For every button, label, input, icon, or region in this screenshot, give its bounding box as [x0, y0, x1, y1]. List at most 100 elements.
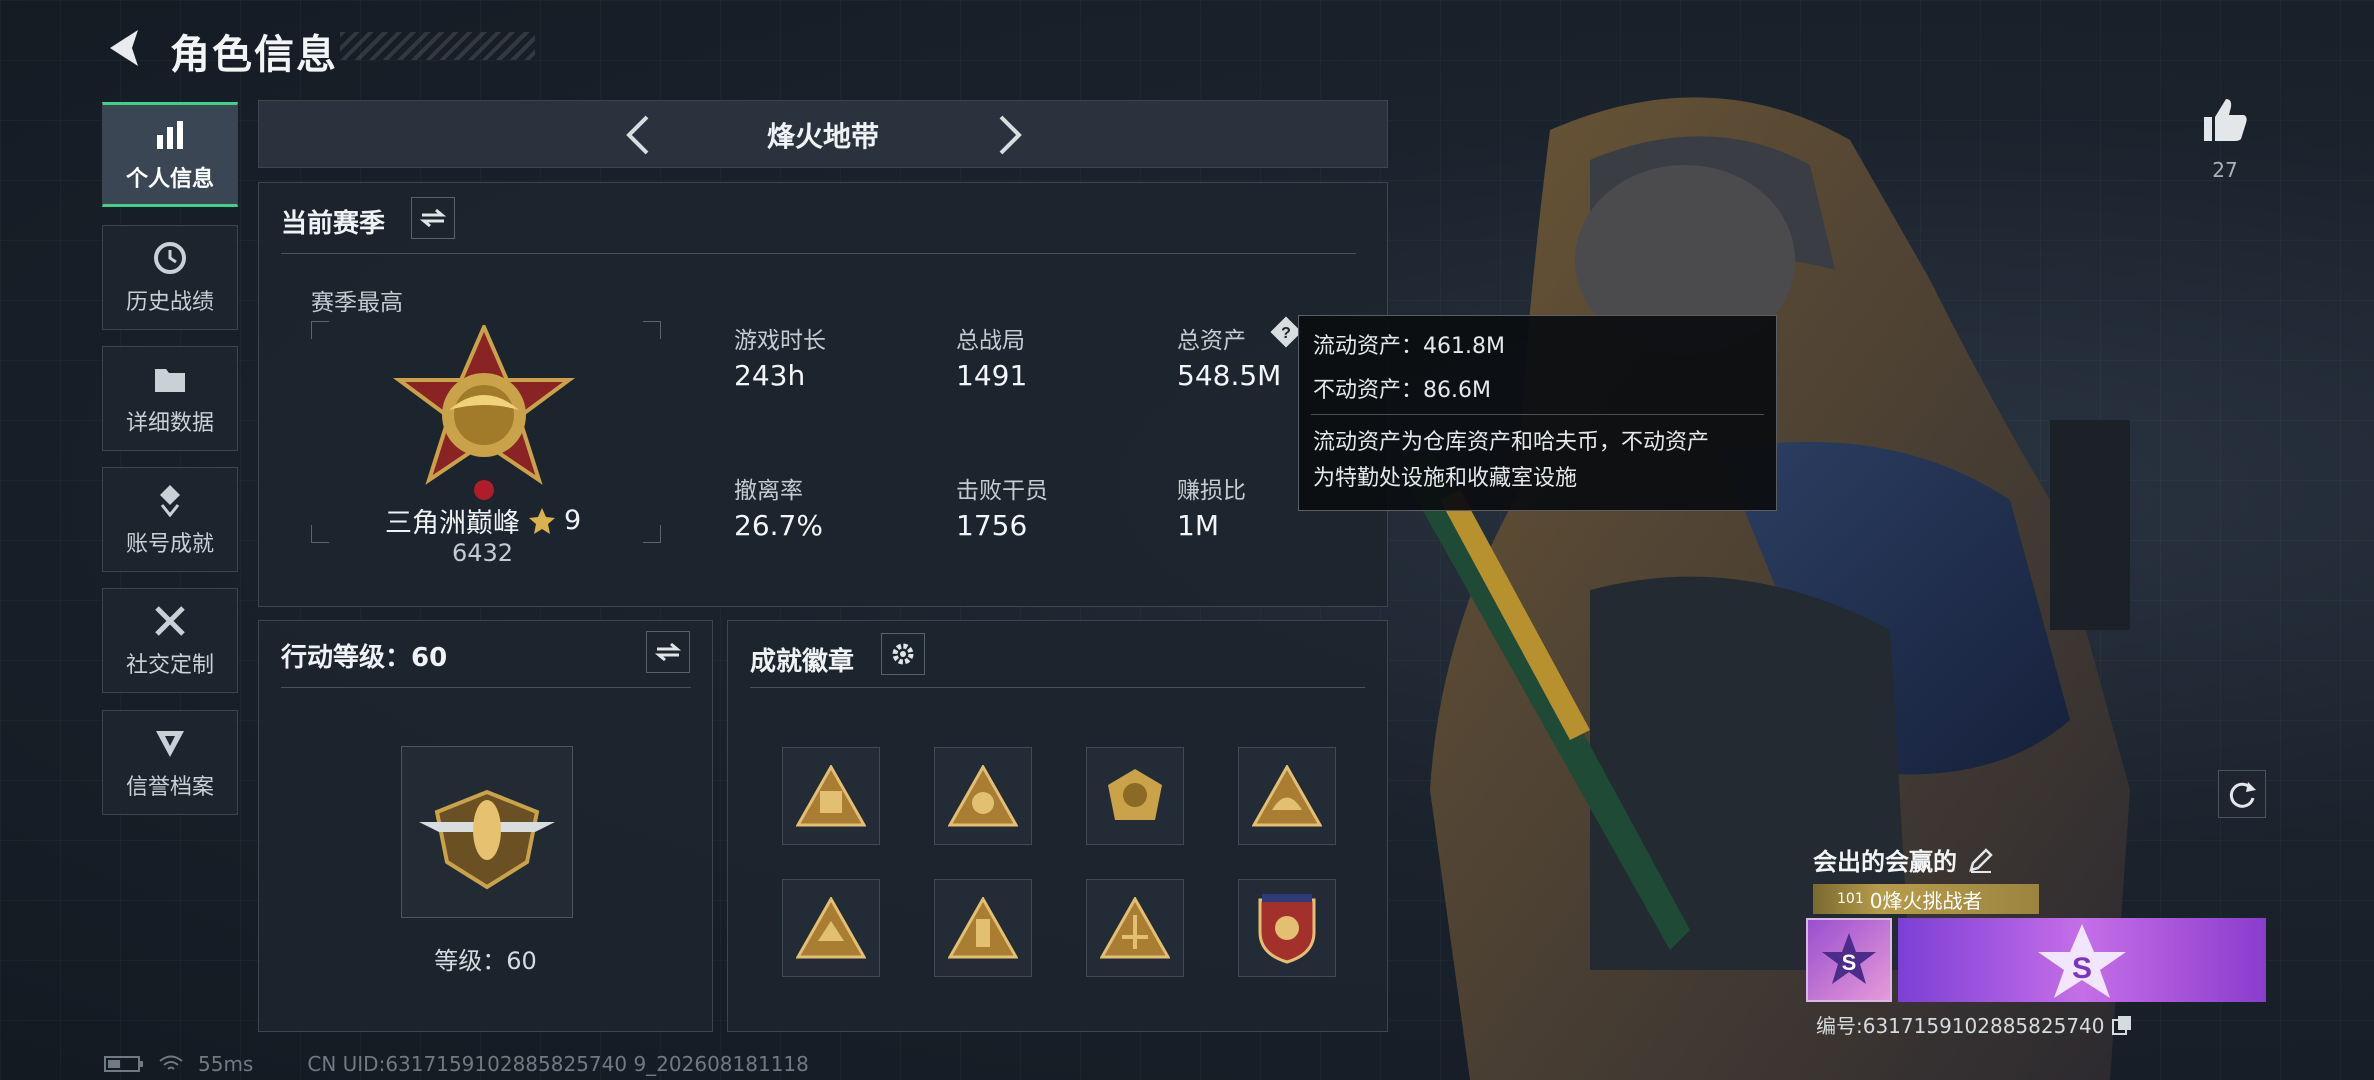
level-text: 等级：60	[434, 947, 537, 975]
badge-icon	[948, 897, 1018, 959]
credit-shield-icon	[152, 725, 188, 761]
achievement-badge[interactable]	[782, 879, 880, 977]
svg-text:S: S	[1842, 950, 1857, 975]
tooltip-note-line1: 流动资产为仓库资产和哈夫币，不动资产	[1313, 430, 1710, 455]
aircraft-emblem-icon	[419, 789, 555, 890]
sidebar-item-profile[interactable]: 个人信息	[102, 102, 238, 207]
folder-icon	[152, 361, 188, 397]
rank-name-row: 三角洲巅峰 9	[385, 501, 581, 540]
like-button[interactable]	[2200, 95, 2250, 145]
sidebar-item-social[interactable]: 社交定制	[102, 588, 238, 693]
swap-icon	[420, 208, 446, 228]
season-star-icon: S	[1822, 933, 1876, 984]
stat-value: 548.5M	[1177, 359, 1282, 392]
sidebar-item-label: 信誉档案	[125, 774, 214, 800]
swap-icon	[655, 642, 681, 662]
rank-emblem-icon	[392, 325, 576, 500]
sidebar-item-history[interactable]: 历史战绩	[102, 225, 238, 330]
badge-icon	[796, 897, 866, 959]
title-decoration	[340, 32, 535, 60]
next-mode-button[interactable]	[989, 113, 1029, 157]
tag-level: 101	[1837, 891, 1864, 907]
stat-label: 总资产	[1177, 328, 1246, 354]
action-level-panel: 行动等级：60 等级：60	[258, 620, 713, 1032]
season-best-label: 赛季最高	[311, 290, 403, 316]
bar-chart-icon	[152, 117, 188, 153]
edit-icon[interactable]	[1967, 846, 1995, 874]
wifi-icon	[159, 1055, 183, 1070]
achievement-badge[interactable]	[1086, 879, 1184, 977]
achievement-badge[interactable]	[1238, 879, 1336, 977]
player-name: 会出的会赢的	[1813, 848, 1957, 876]
sidebar-item-details[interactable]: 详细数据	[102, 346, 238, 451]
season-switch-button[interactable]	[411, 197, 455, 239]
achievement-badge[interactable]	[1086, 747, 1184, 845]
stat-label: 赚损比	[1177, 478, 1246, 504]
ping-value: 55ms	[198, 1052, 254, 1076]
player-id: 编号:6317159102885825740	[1816, 1014, 2105, 1038]
player-avatar[interactable]: S	[1806, 918, 1892, 1002]
stat-value: 243h	[734, 359, 806, 392]
level-badge-frame	[401, 746, 573, 918]
achievements-panel: 成就徽章	[727, 620, 1388, 1032]
stat-label: 击败干员	[956, 478, 1048, 504]
status-bar: 55ms CN UID:6317159102885825740 9_202608…	[104, 1052, 809, 1076]
tooltip-fixed: 不动资产：86.6M	[1313, 378, 1491, 403]
sidebar-item-label: 个人信息	[125, 166, 214, 192]
badge-icon	[796, 765, 866, 827]
stat-value: 1M	[1177, 509, 1219, 542]
mode-selector: 烽火地带	[258, 100, 1388, 168]
action-level-title: 行动等级：60	[281, 643, 448, 673]
player-banner[interactable]: S	[1898, 918, 2266, 1002]
tooltip-note-line2: 为特勤处设施和收藏室设施	[1313, 466, 1578, 491]
like-count: 27	[2212, 158, 2238, 182]
achievement-icon	[152, 482, 188, 518]
mode-label: 烽火地带	[766, 120, 879, 153]
divider	[1311, 414, 1764, 415]
badge-icon	[1252, 765, 1322, 827]
copy-icon[interactable]	[2111, 1014, 2133, 1036]
stat-value: 1756	[956, 509, 1028, 542]
refresh-icon	[2229, 782, 2256, 808]
stat-label: 撤离率	[734, 478, 803, 504]
achievements-settings-button[interactable]	[881, 633, 925, 675]
sidebar-item-credit[interactable]: 信誉档案	[102, 710, 238, 815]
achievement-badge[interactable]	[1238, 747, 1336, 845]
tooltip-liquid: 流动资产：461.8M	[1313, 334, 1505, 359]
achievement-badge[interactable]	[934, 747, 1032, 845]
back-button[interactable]	[100, 24, 148, 72]
gear-icon	[892, 643, 914, 665]
rotate-view-button[interactable]	[2218, 770, 2266, 818]
rank-name: 三角洲巅峰	[385, 508, 520, 539]
stat-value: 26.7%	[734, 509, 823, 542]
asset-tooltip: 流动资产：461.8M 不动资产：86.6M 流动资产为仓库资产和哈夫币，不动资…	[1298, 315, 1777, 511]
battery-icon	[104, 1056, 143, 1072]
divider	[750, 687, 1365, 688]
badge-icon	[948, 765, 1018, 827]
back-arrow-icon	[110, 30, 138, 66]
achievements-title: 成就徽章	[750, 647, 855, 677]
sidebar-item-label: 社交定制	[125, 652, 214, 678]
stat-label: 总战局	[956, 328, 1025, 354]
sidebar-item-label: 账号成就	[125, 531, 214, 557]
divider	[281, 253, 1356, 254]
star-icon	[529, 507, 555, 534]
achievement-badge[interactable]	[782, 747, 880, 845]
badge-icon	[1108, 769, 1162, 820]
achievement-badge[interactable]	[934, 879, 1032, 977]
svg-text:S: S	[2072, 952, 2092, 985]
season-star-icon: S	[2038, 924, 2126, 998]
uid-text: CN UID:6317159102885825740 9_20260818111…	[307, 1052, 809, 1076]
player-id-row: 编号:6317159102885825740	[1816, 1010, 2133, 1039]
player-tag: 101 0烽火挑战者	[1813, 884, 2039, 914]
season-panel: 当前赛季 赛季最高 三角洲巅峰 9 6432 游戏时长 243h 总战局 149…	[258, 182, 1388, 607]
chevron-right-icon	[999, 115, 1022, 155]
svg-text:?: ?	[1281, 325, 1291, 342]
player-name-row: 会出的会赢的	[1813, 842, 1995, 877]
action-level-switch-button[interactable]	[646, 631, 690, 673]
sidebar-item-label: 历史战绩	[125, 289, 214, 315]
divider	[281, 687, 691, 688]
history-clock-icon	[152, 240, 188, 276]
stat-value: 1491	[956, 359, 1028, 392]
sidebar-item-achievements[interactable]: 账号成就	[102, 467, 238, 572]
